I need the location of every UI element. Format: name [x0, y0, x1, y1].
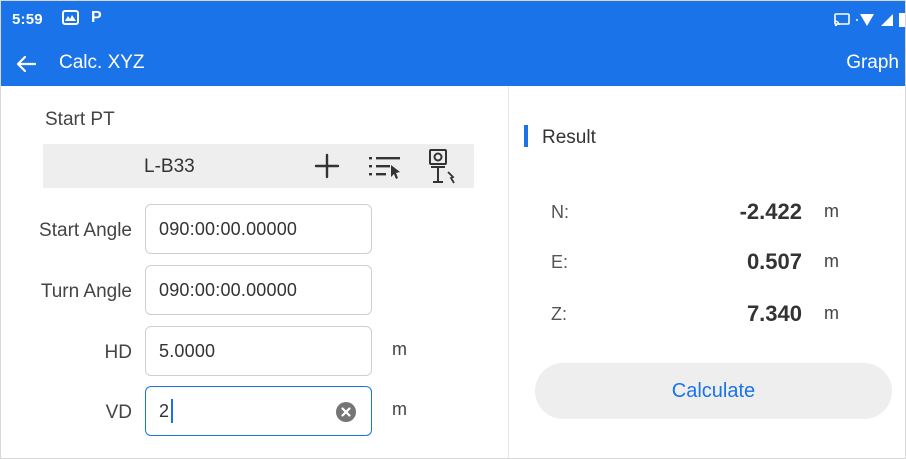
start-angle-label: Start Angle	[39, 220, 132, 241]
status-bar: 5:59 P	[1, 1, 905, 42]
start-pt-value: L-B33	[144, 156, 195, 177]
graph-button[interactable]: Graph	[846, 52, 899, 74]
result-n-label: N:	[551, 202, 569, 222]
signal-icon	[881, 14, 893, 26]
vd-label: VD	[105, 402, 132, 423]
survey-point-icon[interactable]	[427, 148, 461, 186]
gallery-icon	[62, 10, 79, 25]
result-z-unit: m	[824, 303, 839, 323]
result-z-label: Z:	[551, 304, 567, 324]
add-icon[interactable]	[313, 152, 341, 180]
start-angle-input[interactable]: 090:00:00.00000	[145, 204, 372, 254]
hd-unit: m	[392, 339, 407, 359]
result-e-label: E:	[551, 252, 569, 272]
start-pt-label: Start PT	[45, 109, 115, 130]
app-window: 5:59 P Calc. XYZ Graph Start PT L-B33 St…	[0, 0, 906, 459]
result-n-value: -2.422	[739, 199, 802, 224]
app-bar: Calc. XYZ Graph	[1, 42, 905, 86]
vd-input[interactable]: 2	[145, 386, 372, 436]
cast-icon	[834, 13, 850, 27]
calculate-button[interactable]: Calculate	[535, 363, 892, 419]
system-icons	[834, 12, 905, 28]
wifi-icon	[856, 14, 874, 26]
turn-angle-label: Turn Angle	[40, 281, 132, 302]
text-cursor	[171, 399, 173, 423]
hd-value: 5.0000	[159, 341, 216, 361]
result-z-value: 7.340	[746, 301, 802, 326]
result-accent-bar	[524, 125, 528, 147]
start-angle-value: 090:00:00.00000	[159, 219, 298, 239]
result-title: Result	[542, 127, 596, 148]
panel-divider	[508, 86, 509, 458]
result-e-unit: m	[824, 251, 839, 271]
hd-label: HD	[104, 342, 132, 363]
result-n-unit: m	[824, 201, 839, 221]
vd-value: 2	[159, 401, 170, 421]
battery-icon	[899, 13, 905, 27]
vd-unit: m	[392, 399, 407, 419]
arrow-left-icon[interactable]	[15, 53, 37, 75]
page-title: Calc. XYZ	[59, 52, 145, 73]
p-app-icon: P	[91, 9, 102, 26]
turn-angle-value: 090:00:00.00000	[159, 280, 298, 300]
clear-icon[interactable]	[336, 402, 356, 422]
status-time: 5:59	[12, 11, 43, 28]
start-pt-selector[interactable]: L-B33	[43, 144, 474, 188]
result-e-value: 0.507	[746, 249, 802, 274]
point-list-icon[interactable]	[367, 152, 403, 182]
turn-angle-input[interactable]: 090:00:00.00000	[145, 265, 372, 315]
hd-input[interactable]: 5.0000	[145, 326, 372, 376]
